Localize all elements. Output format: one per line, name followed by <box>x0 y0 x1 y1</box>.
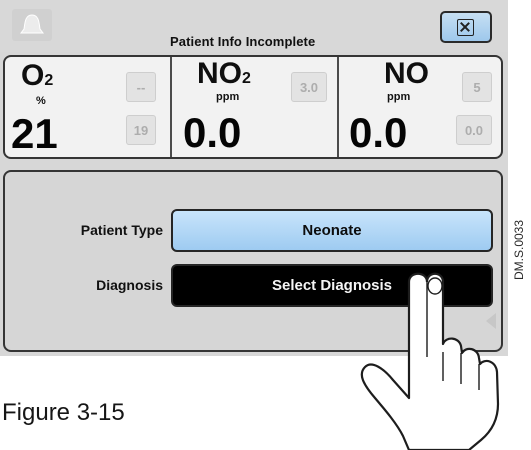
no2-upper-limit[interactable]: 3.0 <box>291 72 327 102</box>
no-value: 0.0 <box>349 109 408 156</box>
no2-gas-label: NO2 <box>197 57 251 90</box>
o2-value: 21 <box>11 110 58 157</box>
diagnosis-label: Diagnosis <box>96 277 163 293</box>
gas-divider <box>337 57 339 157</box>
gas-divider <box>170 57 172 157</box>
screen-title: Patient Info Incomplete <box>170 34 316 49</box>
o2-lower-limit[interactable]: 19 <box>126 115 156 145</box>
close-button[interactable] <box>440 11 492 43</box>
no-upper-limit[interactable]: 5 <box>462 72 492 102</box>
no-unit: ppm <box>387 91 411 103</box>
patient-type-label: Patient Type <box>80 222 163 238</box>
o2-gas-label: O2 <box>21 59 54 92</box>
pointing-hand-icon <box>360 272 500 450</box>
no-lower-limit[interactable]: 0.0 <box>456 115 492 145</box>
close-box-icon <box>457 19 474 36</box>
no2-unit: ppm <box>216 91 240 103</box>
no2-value: 0.0 <box>183 109 242 156</box>
o2-unit: % <box>36 95 46 107</box>
patient-type-button[interactable]: Neonate <box>171 209 493 252</box>
gas-monitor-panel: O2 % 21 -- 19 NO2 ppm 0.0 3.0 NO ppm 0.0… <box>3 55 503 159</box>
no-gas-label: NO <box>384 57 429 90</box>
o2-upper-limit[interactable]: -- <box>126 72 156 102</box>
title-bar: Patient Info Incomplete <box>0 0 508 52</box>
figure-caption: Figure 3-15 <box>2 399 125 426</box>
alarm-bell-icon[interactable] <box>12 9 52 41</box>
